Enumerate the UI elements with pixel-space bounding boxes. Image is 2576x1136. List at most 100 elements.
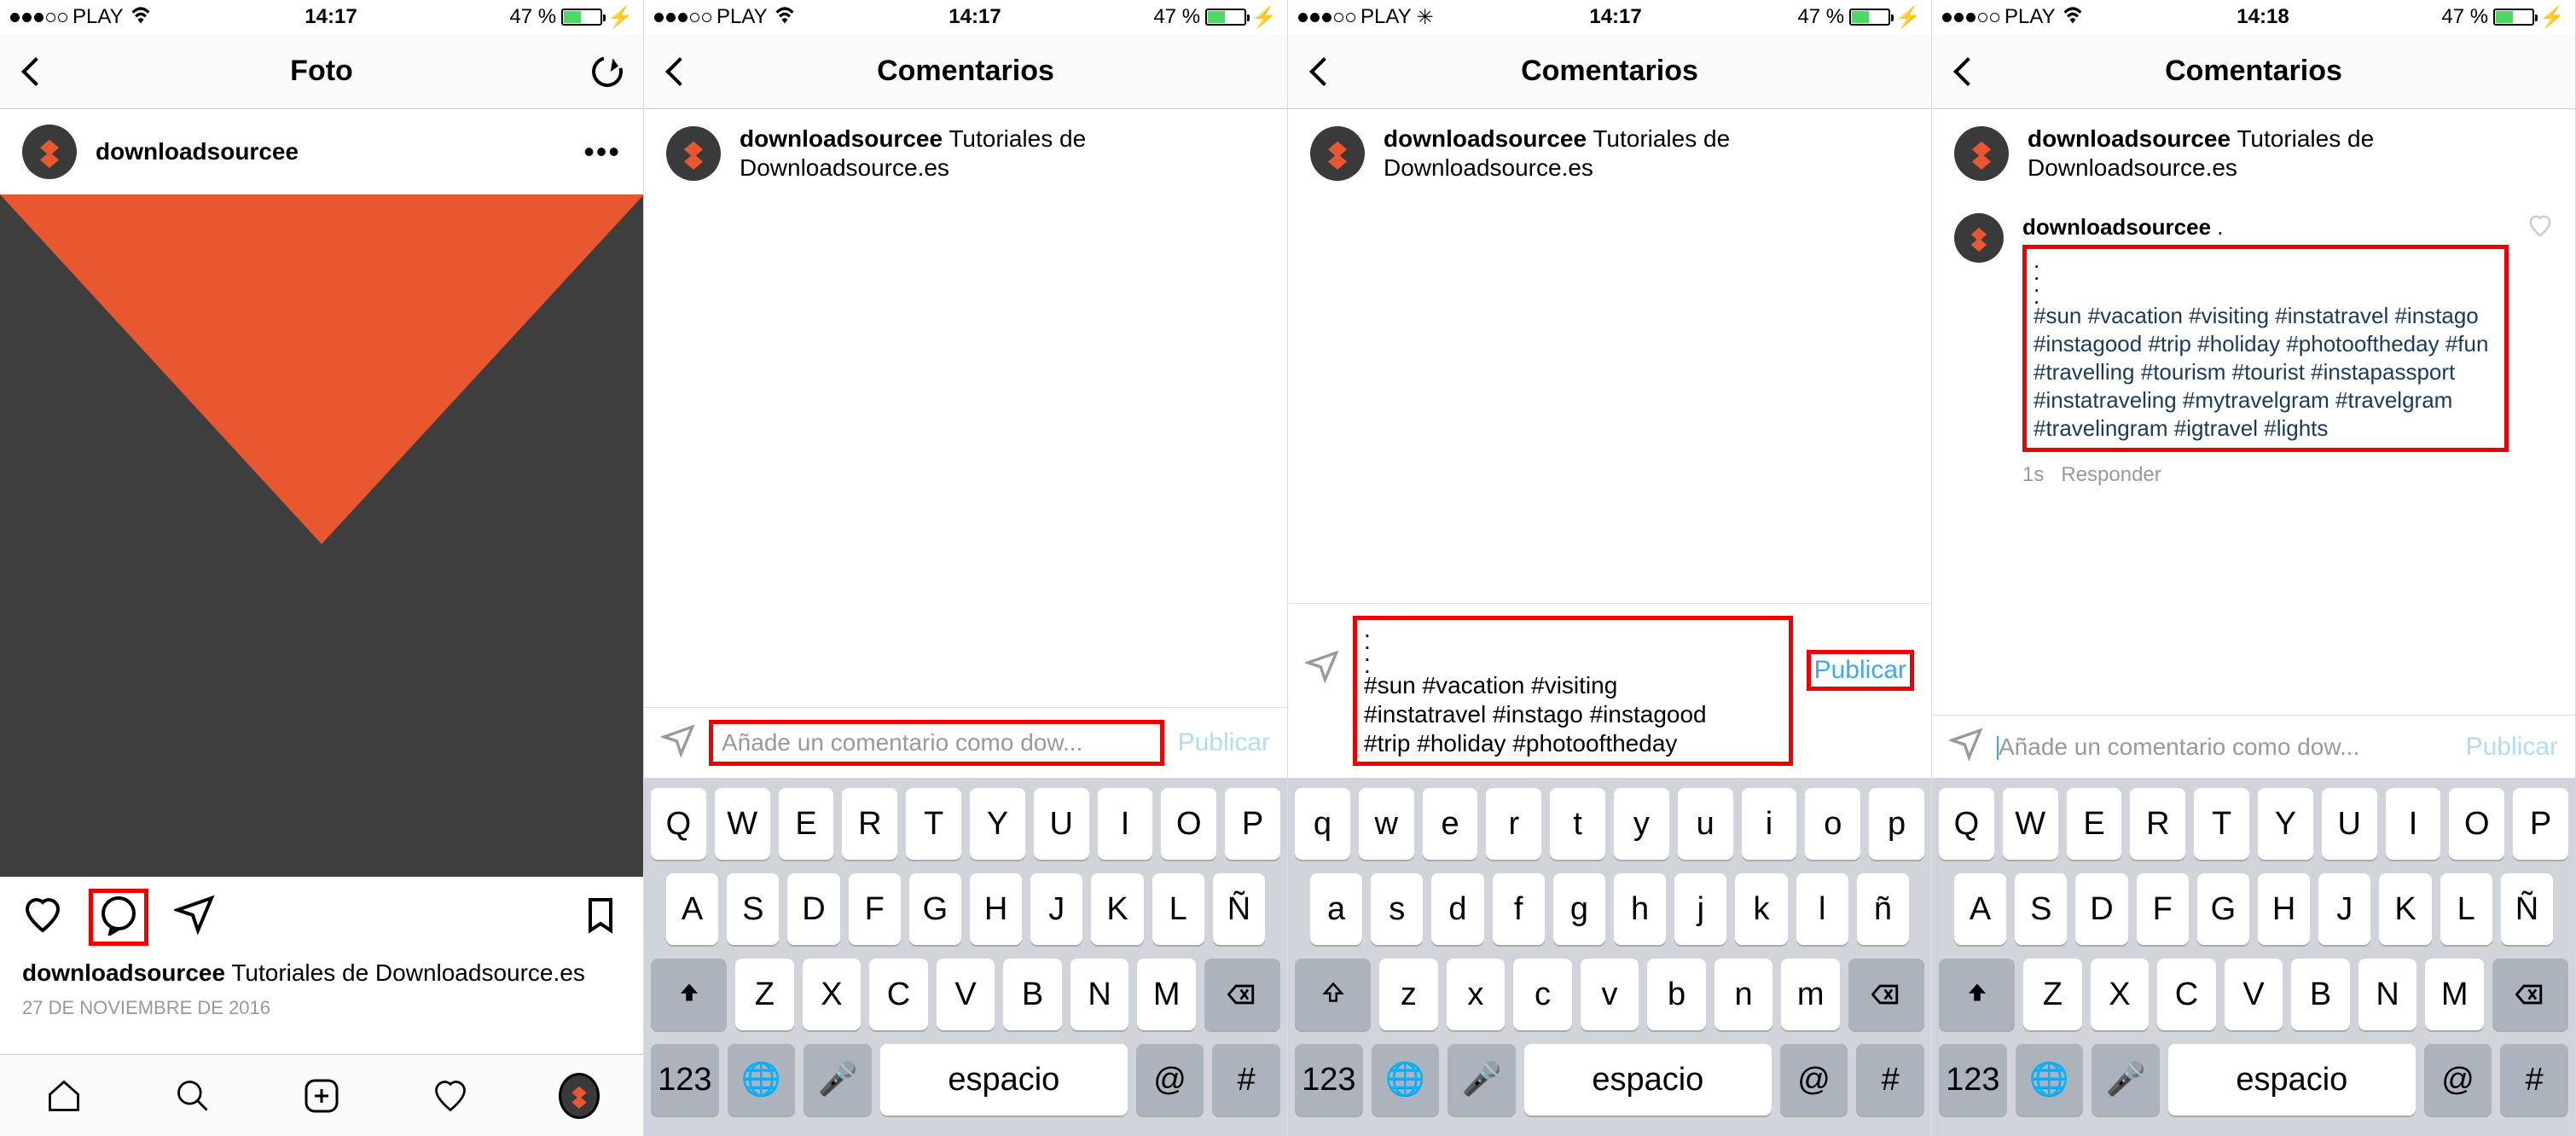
key-s[interactable]: S <box>2015 873 2067 945</box>
key-r[interactable]: R <box>2130 788 2185 860</box>
key-z[interactable]: Z <box>2023 959 2082 1030</box>
username[interactable]: downloadsourcee <box>1384 125 1587 152</box>
more-button[interactable]: ••• <box>583 134 621 170</box>
username[interactable]: downloadsourcee <box>2028 125 2231 152</box>
key-m[interactable]: m <box>1781 959 1840 1030</box>
key-ñ[interactable]: ñ <box>1857 873 1909 945</box>
key-at[interactable]: @ <box>1136 1044 1204 1116</box>
key-p[interactable]: P <box>1225 788 1280 860</box>
like-button[interactable] <box>22 895 63 940</box>
like-comment-button[interactable] <box>2527 213 2553 489</box>
key-h[interactable]: H <box>2258 873 2310 945</box>
username[interactable]: downloadsourcee <box>96 138 299 165</box>
key-f[interactable]: F <box>849 873 901 945</box>
key-hash[interactable]: # <box>1212 1044 1280 1116</box>
key-space[interactable]: espacio <box>1524 1044 1772 1116</box>
key-c[interactable]: c <box>1513 959 1572 1030</box>
key-backspace[interactable] <box>1204 959 1280 1030</box>
key-hash[interactable]: # <box>1856 1044 1924 1116</box>
key-h[interactable]: h <box>1614 873 1666 945</box>
key-123[interactable]: 123 <box>1939 1044 2007 1116</box>
key-mic[interactable]: 🎤 <box>804 1044 872 1116</box>
key-q[interactable]: Q <box>1939 788 1994 860</box>
key-y[interactable]: Y <box>2258 788 2313 860</box>
key-p[interactable]: P <box>2513 788 2568 860</box>
key-t[interactable]: T <box>2194 788 2249 860</box>
comment-input[interactable]: .... #sun #vacation #visiting #instatrav… <box>1364 623 1782 758</box>
post-photo[interactable] <box>0 194 643 877</box>
key-l[interactable]: l <box>1796 873 1848 945</box>
publish-button[interactable]: Publicar <box>1178 728 1270 757</box>
tab-add[interactable] <box>301 1075 342 1116</box>
key-w[interactable]: w <box>1359 788 1414 860</box>
key-j[interactable]: j <box>1674 873 1726 945</box>
key-v[interactable]: v <box>1581 959 1639 1030</box>
key-n[interactable]: n <box>1714 959 1773 1030</box>
key-shift[interactable] <box>1939 959 2015 1030</box>
key-123[interactable]: 123 <box>1295 1044 1363 1116</box>
key-i[interactable]: i <box>1742 788 1797 860</box>
key-k[interactable]: K <box>2379 873 2431 945</box>
key-a[interactable]: A <box>666 873 718 945</box>
tab-activity[interactable] <box>430 1075 471 1116</box>
key-q[interactable]: Q <box>651 788 706 860</box>
key-mic[interactable]: 🎤 <box>1448 1044 1516 1116</box>
tab-profile[interactable] <box>559 1075 600 1116</box>
key-f[interactable]: F <box>2137 873 2189 945</box>
key-c[interactable]: C <box>869 959 928 1030</box>
key-r[interactable]: r <box>1486 788 1541 860</box>
key-shift[interactable] <box>651 959 727 1030</box>
key-mic[interactable]: 🎤 <box>2092 1044 2160 1116</box>
key-backspace[interactable] <box>2492 959 2568 1030</box>
key-i[interactable]: I <box>2386 788 2441 860</box>
key-o[interactable]: O <box>1161 788 1216 860</box>
publish-button[interactable]: Publicar <box>2466 733 2558 762</box>
key-u[interactable]: u <box>1678 788 1733 860</box>
key-f[interactable]: f <box>1493 873 1545 945</box>
key-k[interactable]: K <box>1091 873 1143 945</box>
key-b[interactable]: B <box>2291 959 2350 1030</box>
key-p[interactable]: p <box>1869 788 1924 860</box>
key-w[interactable]: W <box>2003 788 2058 860</box>
key-e[interactable]: e <box>1423 788 1478 860</box>
hashtags[interactable]: #sun #vacation #visiting #instatravel #i… <box>2034 302 2498 443</box>
avatar[interactable] <box>1954 126 2009 181</box>
key-x[interactable]: X <box>2091 959 2150 1030</box>
key-h[interactable]: H <box>970 873 1022 945</box>
key-globe[interactable]: 🌐 <box>1372 1044 1440 1116</box>
key-s[interactable]: s <box>1371 873 1423 945</box>
key-w[interactable]: W <box>715 788 770 860</box>
key-s[interactable]: S <box>727 873 779 945</box>
key-u[interactable]: U <box>1034 788 1089 860</box>
key-j[interactable]: J <box>1030 873 1082 945</box>
reply-button[interactable]: Responder <box>2061 461 2161 489</box>
key-l[interactable]: L <box>2440 873 2492 945</box>
bookmark-button[interactable] <box>580 895 621 940</box>
key-space[interactable]: espacio <box>880 1044 1128 1116</box>
key-b[interactable]: B <box>1003 959 1062 1030</box>
key-ñ[interactable]: Ñ <box>1213 873 1265 945</box>
key-l[interactable]: L <box>1152 873 1204 945</box>
key-g[interactable]: g <box>1553 873 1605 945</box>
key-at[interactable]: @ <box>1780 1044 1848 1116</box>
key-z[interactable]: z <box>1379 959 1438 1030</box>
key-m[interactable]: M <box>2425 959 2484 1030</box>
key-y[interactable]: Y <box>970 788 1025 860</box>
back-button[interactable] <box>1305 53 1343 90</box>
comment-input[interactable]: Añade un comentario como dow... <box>1997 733 2452 761</box>
share-button[interactable] <box>174 895 215 940</box>
key-space[interactable]: espacio <box>2168 1044 2416 1116</box>
key-o[interactable]: O <box>2449 788 2504 860</box>
username[interactable]: downloadsourcee <box>740 125 943 152</box>
comment-username[interactable]: downloadsourcee <box>2022 214 2211 240</box>
key-shift[interactable] <box>1295 959 1371 1030</box>
key-m[interactable]: M <box>1137 959 1196 1030</box>
key-x[interactable]: x <box>1447 959 1506 1030</box>
send-icon[interactable] <box>1949 727 1983 766</box>
key-n[interactable]: N <box>2358 959 2417 1030</box>
key-o[interactable]: o <box>1805 788 1860 860</box>
key-u[interactable]: U <box>2322 788 2377 860</box>
key-q[interactable]: q <box>1295 788 1350 860</box>
avatar[interactable] <box>1954 213 2004 263</box>
key-b[interactable]: b <box>1647 959 1706 1030</box>
